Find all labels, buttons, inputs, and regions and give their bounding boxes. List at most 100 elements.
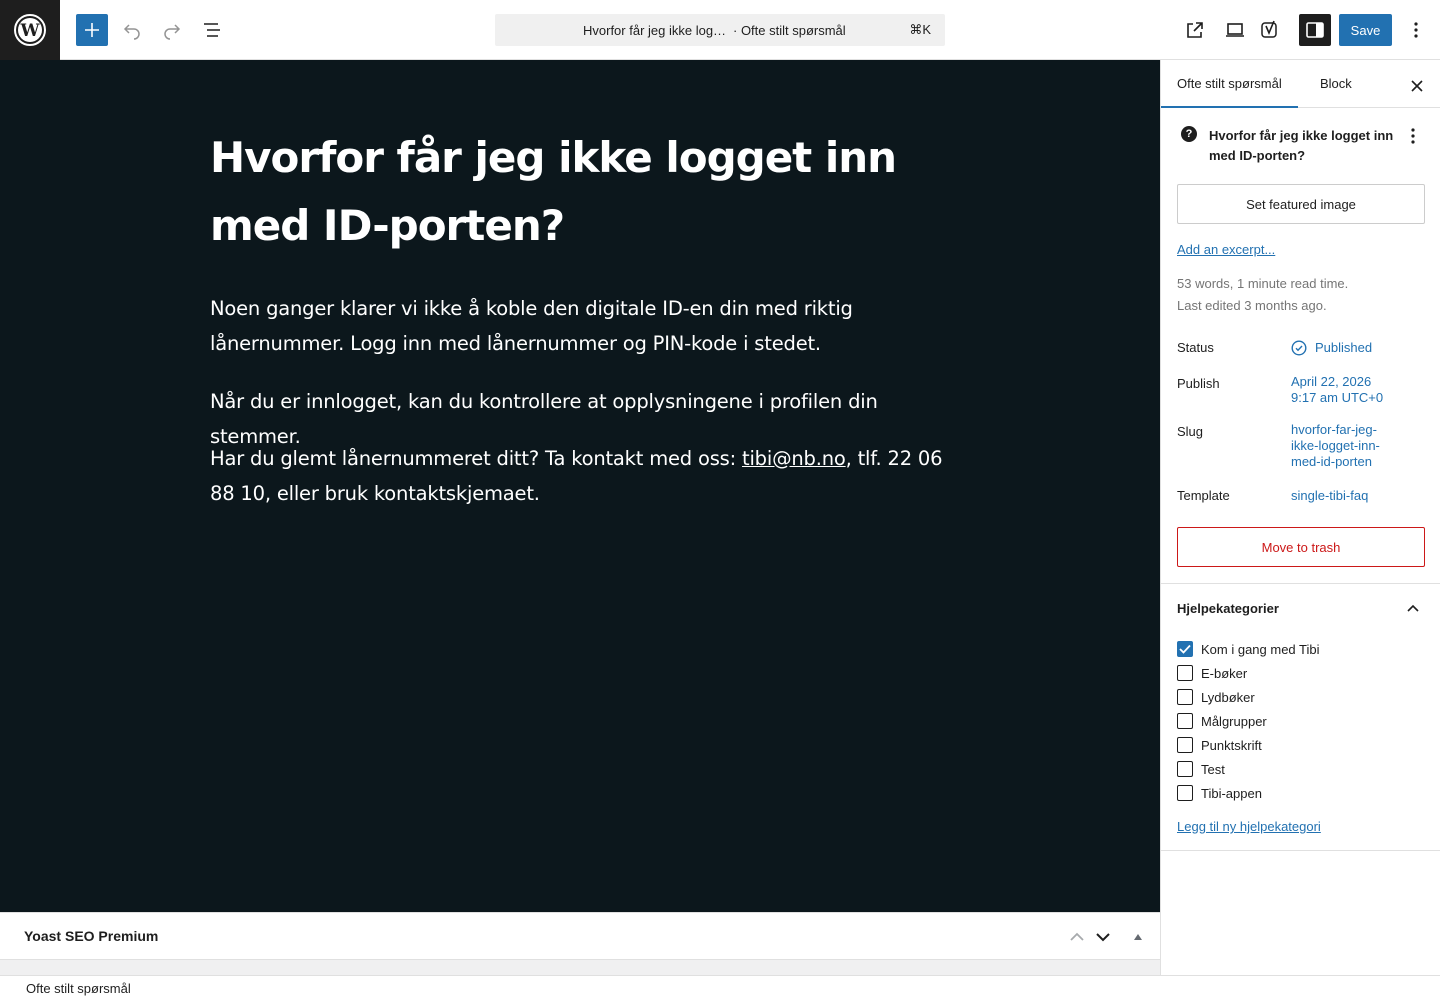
status-label: Status [1177, 340, 1214, 355]
yoast-metabox-header: Yoast SEO Premium [0, 912, 1160, 959]
command-shortcut: ⌘K [909, 22, 931, 37]
tab-document[interactable]: Ofte stilt spørsmål [1161, 60, 1298, 108]
wordpress-logo-button[interactable]: W [0, 0, 60, 60]
category-checklist: Kom i gang med Tibi E-bøker Lydbøker Målgru… [1177, 637, 1320, 805]
move-up-button[interactable] [1065, 925, 1089, 949]
document-title: Hvorfor får jeg ikke logget inn med ID-p… [1209, 128, 1394, 163]
add-block-button[interactable] [76, 14, 108, 46]
yoast-icon [1261, 20, 1277, 38]
svg-text:W: W [19, 21, 40, 41]
help-icon: ? [1181, 126, 1197, 142]
undo-button[interactable] [116, 14, 148, 46]
command-bar-post-type: · Ofte stilt spørsmål [733, 22, 846, 38]
wordpress-icon: W [14, 14, 46, 46]
sidebar-tabs: Ofte stilt spørsmål Block [1161, 60, 1440, 108]
template-label: Template [1177, 488, 1230, 503]
category-label: Kom i gang med Tibi [1201, 641, 1320, 657]
external-link-icon [1187, 22, 1203, 38]
category-checkbox[interactable] [1177, 785, 1193, 801]
plus-icon [85, 23, 99, 37]
document-actions-button[interactable] [1401, 124, 1425, 148]
close-icon [1411, 80, 1423, 92]
slug-line: ikke-logget-inn- [1291, 438, 1380, 453]
category-checkbox[interactable] [1177, 737, 1193, 753]
close-sidebar-button[interactable] [1405, 74, 1429, 98]
toggle-panel-button[interactable] [1126, 925, 1150, 949]
set-featured-image-button[interactable]: Set featured image [1177, 184, 1425, 224]
category-label: Tibi-appen [1201, 785, 1262, 801]
paragraph-block[interactable]: Har du glemt lånernummeret ditt? Ta kont… [210, 441, 950, 511]
categories-panel-toggle[interactable] [1401, 596, 1425, 620]
last-edited: Last edited 3 months ago. [1177, 298, 1327, 313]
editor-header: W Hvorfor får jeg ikke log… · Ofte stilt… [0, 0, 1440, 60]
editor-canvas[interactable]: Hvorfor får jeg ikke logget inn med ID-p… [0, 60, 1160, 912]
slug-line: hvorfor-far-jeg- [1291, 422, 1377, 437]
category-item[interactable]: Tibi-appen [1177, 781, 1320, 805]
metabox-strip [0, 959, 1160, 975]
category-item[interactable]: Lydbøker [1177, 685, 1320, 709]
checkmark-icon [1179, 644, 1191, 654]
category-checkbox[interactable] [1177, 665, 1193, 681]
yoast-metabox-title: Yoast SEO Premium [24, 928, 159, 944]
slug-value-button[interactable]: hvorfor-far-jeg- ikke-logget-inn- med-id… [1291, 422, 1411, 470]
yoast-seo-button[interactable] [1255, 14, 1287, 46]
add-excerpt-link[interactable]: Add an excerpt... [1177, 242, 1275, 257]
command-palette-bar[interactable]: Hvorfor får jeg ikke log… · Ofte stilt s… [495, 14, 945, 46]
publish-time: 9:17 am UTC+0 [1291, 390, 1384, 405]
more-vertical-icon [1411, 128, 1415, 144]
chevron-up-icon [1070, 932, 1084, 941]
word-count: 53 words, 1 minute read time. [1177, 276, 1349, 291]
save-button[interactable]: Save [1339, 14, 1392, 46]
paragraph-block[interactable]: Noen ganger klarer vi ikke å koble den d… [210, 291, 950, 361]
chevron-up-icon [1407, 604, 1419, 612]
undo-icon [123, 24, 140, 40]
category-item[interactable]: Kom i gang med Tibi [1177, 637, 1320, 661]
post-title[interactable]: Hvorfor får jeg ikke logget inn med ID-p… [210, 124, 930, 260]
category-label: Test [1201, 761, 1225, 777]
tab-block[interactable]: Block [1304, 60, 1368, 108]
panel-divider [1161, 850, 1440, 851]
add-category-link[interactable]: Legg til ny hjelpekategori [1177, 819, 1321, 834]
published-check-icon [1291, 340, 1307, 356]
category-label: Målgrupper [1201, 713, 1267, 729]
slug-label: Slug [1177, 424, 1204, 439]
categories-panel-title[interactable]: Hjelpekategorier [1177, 601, 1279, 616]
publish-date: April 22, 2026 [1291, 374, 1372, 389]
slug-line: med-id-porten [1291, 454, 1372, 469]
category-label: Lydbøker [1201, 689, 1255, 705]
category-checkbox[interactable] [1177, 641, 1193, 657]
list-view-icon [204, 23, 220, 37]
panel-divider [1161, 583, 1440, 584]
template-value-button[interactable]: single-tibi-faq [1291, 488, 1368, 504]
redo-button[interactable] [156, 14, 188, 46]
move-to-trash-button[interactable]: Move to trash [1177, 527, 1425, 567]
desktop-icon [1226, 23, 1244, 37]
email-link[interactable]: tibi@nb.no [742, 447, 846, 470]
category-item[interactable]: Punktskrift [1177, 733, 1320, 757]
paragraph-text: Har du glemt lånernummeret ditt? Ta kont… [210, 447, 743, 470]
category-checkbox[interactable] [1177, 689, 1193, 705]
category-label: E-bøker [1201, 665, 1248, 681]
status-value-button[interactable]: Published [1291, 340, 1372, 356]
device-preview-button[interactable] [1219, 14, 1251, 46]
category-item[interactable]: Test [1177, 757, 1320, 781]
publish-date-button[interactable]: April 22, 2026 9:17 am UTC+0 [1291, 374, 1421, 406]
block-breadcrumb[interactable]: Ofte stilt spørsmål [26, 981, 131, 996]
status-value: Published [1315, 340, 1373, 355]
category-item[interactable]: E-bøker [1177, 661, 1320, 685]
sidebar-icon [1306, 22, 1324, 38]
redo-icon [164, 24, 181, 40]
move-down-button[interactable] [1091, 925, 1115, 949]
options-menu-button[interactable] [1400, 14, 1432, 46]
more-vertical-icon [1414, 22, 1418, 38]
category-checkbox[interactable] [1177, 713, 1193, 729]
view-post-button[interactable] [1179, 14, 1211, 46]
category-item[interactable]: Målgrupper [1177, 709, 1320, 733]
settings-sidebar: Ofte stilt spørsmål Block ? Hvorfor får … [1160, 60, 1440, 975]
chevron-down-icon [1096, 933, 1110, 942]
settings-sidebar-toggle[interactable] [1299, 14, 1331, 46]
document-overview-button[interactable] [196, 14, 228, 46]
publish-label: Publish [1177, 376, 1220, 391]
category-checkbox[interactable] [1177, 761, 1193, 777]
triangle-up-icon [1134, 934, 1142, 940]
